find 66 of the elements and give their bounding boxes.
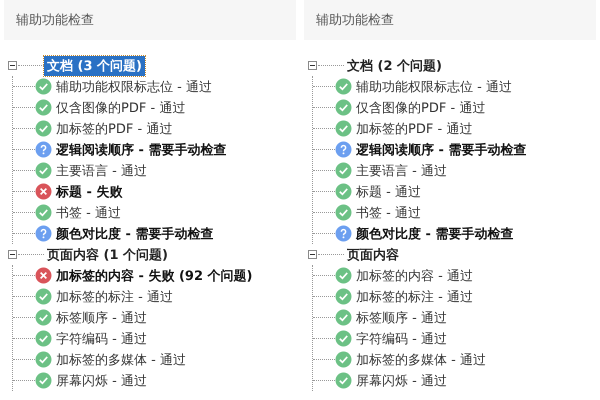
check-result-label[interactable]: 屏幕闪烁 - 通过 bbox=[56, 372, 147, 390]
check-result-label[interactable]: 颜色对比度 - 需要手动检查 bbox=[356, 224, 514, 242]
check-result-label[interactable]: 加标签的内容 - 通过 bbox=[356, 266, 473, 284]
panel-title: 辅助功能检查 bbox=[316, 12, 394, 29]
check-result-label[interactable]: 加标签的标注 - 通过 bbox=[356, 288, 473, 306]
question-icon bbox=[35, 225, 52, 242]
pass-check-icon bbox=[35, 204, 52, 221]
check-result-label[interactable]: 屏幕闪烁 - 通过 bbox=[356, 372, 447, 390]
pass-check-icon bbox=[335, 351, 352, 368]
check-result-label[interactable]: 仅含图像的PDF - 通过 bbox=[356, 98, 486, 116]
pass-check-icon bbox=[35, 309, 52, 326]
question-icon bbox=[335, 225, 352, 242]
check-result-label[interactable]: 仅含图像的PDF - 通过 bbox=[56, 98, 186, 116]
check-result-label[interactable]: 书签 - 通过 bbox=[356, 204, 421, 222]
check-result-label[interactable]: 书签 - 通过 bbox=[56, 204, 121, 222]
pass-check-icon bbox=[335, 267, 352, 284]
pass-check-icon bbox=[35, 372, 52, 389]
question-icon bbox=[335, 141, 352, 158]
pass-check-icon bbox=[335, 78, 352, 95]
check-result-label[interactable]: 加标签的内容 - 失败 (92 个问题) bbox=[56, 266, 252, 284]
check-result-label[interactable]: 标签顺序 - 通过 bbox=[56, 308, 147, 326]
check-result-label[interactable]: 字符编码 - 通过 bbox=[56, 330, 147, 348]
check-result-label[interactable]: 主要语言 - 通过 bbox=[56, 162, 147, 180]
check-result-label[interactable]: 逻辑阅读顺序 - 需要手动检查 bbox=[356, 140, 526, 158]
collapse-toggle-icon[interactable] bbox=[8, 61, 17, 70]
check-result-label[interactable]: 颜色对比度 - 需要手动检查 bbox=[56, 224, 214, 242]
pass-check-icon bbox=[335, 330, 352, 347]
pass-check-icon bbox=[35, 288, 52, 305]
pass-check-icon bbox=[35, 330, 52, 347]
pass-check-icon bbox=[335, 288, 352, 305]
check-result-label[interactable]: 标题 - 失败 bbox=[56, 182, 122, 200]
pass-check-icon bbox=[335, 204, 352, 221]
pass-check-icon bbox=[35, 351, 52, 368]
check-result-label[interactable]: 加标签的多媒体 - 通过 bbox=[356, 350, 486, 368]
panel-title: 辅助功能检查 bbox=[16, 12, 94, 29]
check-result-label[interactable]: 主要语言 - 通过 bbox=[356, 162, 447, 180]
tree-section-label[interactable]: 页面内容 (1 个问题) bbox=[44, 244, 171, 264]
check-result-label[interactable]: 逻辑阅读顺序 - 需要手动检查 bbox=[56, 140, 226, 158]
tree-section-label[interactable]: 页面内容 bbox=[344, 244, 402, 264]
check-result-label[interactable]: 字符编码 - 通过 bbox=[356, 330, 447, 348]
check-result-label[interactable]: 加标签的PDF - 通过 bbox=[356, 120, 472, 138]
collapse-toggle-icon[interactable] bbox=[308, 61, 317, 70]
pass-check-icon bbox=[35, 78, 52, 95]
pass-check-icon bbox=[335, 120, 352, 137]
pass-check-icon bbox=[335, 99, 352, 116]
check-result-label[interactable]: 加标签的PDF - 通过 bbox=[56, 120, 172, 138]
tree-section-label[interactable]: 文档 (3 个问题) bbox=[44, 56, 145, 76]
pass-check-icon bbox=[335, 309, 352, 326]
check-result-label[interactable]: 辅助功能权限标志位 - 通过 bbox=[56, 78, 212, 96]
check-result-label[interactable]: 辅助功能权限标志位 - 通过 bbox=[356, 78, 512, 96]
pass-check-icon bbox=[35, 99, 52, 116]
pass-check-icon bbox=[335, 372, 352, 389]
check-result-label[interactable]: 标题 - 通过 bbox=[356, 182, 421, 200]
fail-cross-icon bbox=[35, 267, 52, 284]
question-icon bbox=[35, 141, 52, 158]
pass-check-icon bbox=[35, 120, 52, 137]
tree-section-label[interactable]: 文档 (2 个问题) bbox=[344, 56, 445, 76]
check-result-label[interactable]: 加标签的多媒体 - 通过 bbox=[56, 350, 186, 368]
collapse-toggle-icon[interactable] bbox=[308, 250, 317, 259]
check-result-label[interactable]: 标签顺序 - 通过 bbox=[356, 308, 447, 326]
check-result-label[interactable]: 加标签的标注 - 通过 bbox=[56, 288, 173, 306]
collapse-toggle-icon[interactable] bbox=[8, 250, 17, 259]
pass-check-icon bbox=[35, 162, 52, 179]
pass-check-icon bbox=[335, 183, 352, 200]
pass-check-icon bbox=[335, 162, 352, 179]
fail-cross-icon bbox=[35, 183, 52, 200]
